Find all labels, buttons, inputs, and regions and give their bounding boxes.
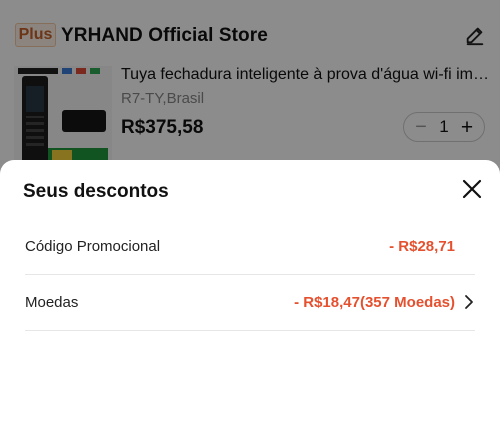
promo-code-label: Código Promocional [25,238,161,255]
coins-label: Moedas [25,294,79,311]
close-icon[interactable] [461,178,483,200]
divider [25,330,475,331]
chevron-right-icon[interactable] [462,293,476,311]
discounts-sheet: Seus descontos Código Promocional - R$28… [0,160,500,436]
promo-code-row: Código Promocional - R$28,71 [0,218,500,273]
promo-code-value: - R$28,71 [389,238,455,255]
coins-row[interactable]: Moedas - R$18,47(357 Moedas) [0,274,500,329]
sheet-title: Seus descontos [23,181,169,202]
coins-value: - R$18,47(357 Moedas) [294,294,455,311]
